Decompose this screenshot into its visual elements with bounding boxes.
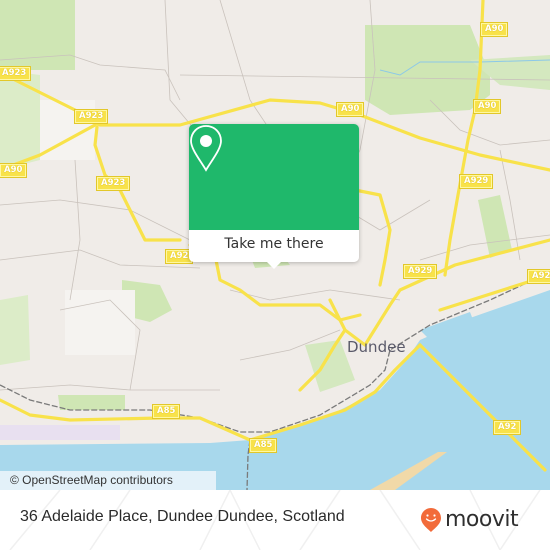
urban-area <box>65 290 135 355</box>
park-area <box>478 195 512 258</box>
road-label-a90: A90 <box>335 102 365 117</box>
road-label-a923: A923 <box>95 176 131 191</box>
park-area <box>0 70 40 170</box>
road-label-a85: A85 <box>151 404 181 419</box>
popup-header <box>189 124 359 230</box>
road-label-a92: A92 <box>492 420 522 435</box>
road-label-a92: A92 <box>526 269 550 284</box>
map-view[interactable]: A923 A923 A923 A90 A90 A90 A90 A929 A929… <box>0 0 550 490</box>
map-pin-icon <box>190 125 222 172</box>
take-me-there-button[interactable]: Take me there <box>189 230 359 262</box>
road-label-a90: A90 <box>479 22 509 37</box>
park-area <box>58 395 125 410</box>
road-label-a929: A929 <box>458 174 494 189</box>
address-text: 36 Adelaide Place, Dundee Dundee, Scotla… <box>20 508 345 525</box>
city-label-dundee: Dundee <box>347 338 406 356</box>
park-area <box>0 295 30 365</box>
road-label-a923: A923 <box>73 109 109 124</box>
park-area <box>365 25 490 115</box>
road-label-a90: A90 <box>472 99 502 114</box>
road-label-a929: A929 <box>402 264 438 279</box>
footer-bar: 36 Adelaide Place, Dundee Dundee, Scotla… <box>0 490 550 550</box>
airport-area <box>0 425 120 440</box>
road-label-a85: A85 <box>248 438 278 453</box>
popup-pointer <box>266 261 282 269</box>
road-label-a90: A90 <box>0 163 28 178</box>
moovit-wordmark: moovit <box>445 507 519 532</box>
location-popup: Take me there <box>189 124 359 269</box>
moovit-pin-icon <box>421 508 441 532</box>
moovit-logo[interactable]: moovit <box>420 507 519 533</box>
road-label-a923: A923 <box>0 66 32 81</box>
map-attribution[interactable]: © OpenStreetMap contributors <box>0 471 216 490</box>
